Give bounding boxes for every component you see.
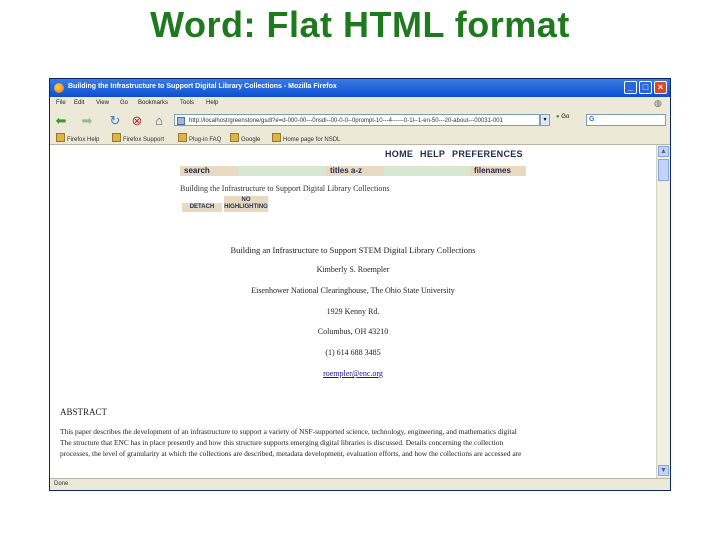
menu-bar: File Edit View Go Bookmarks Tools Help ◍ [50, 97, 670, 111]
abstract-heading: ABSTRACT [60, 407, 108, 417]
bookmark-icon [56, 133, 65, 142]
bookmark-icon [272, 133, 281, 142]
menu-tools[interactable]: Tools [180, 100, 194, 106]
paper-phone: (1) 614 688 3485 [325, 348, 381, 357]
paper-affiliation: Eisenhower National Clearinghouse, The O… [251, 286, 455, 295]
bookmark-item[interactable]: Home page for NSDL [272, 133, 340, 143]
paper-city: Columbus, OH 43210 [317, 327, 389, 336]
slide-title: Word: Flat HTML format [150, 4, 570, 45]
google-search-icon: G [589, 116, 595, 123]
page-icon [177, 117, 185, 125]
bookmark-label: Google [241, 137, 261, 143]
no-highlighting-button[interactable]: NO HIGHLIGHTING [224, 196, 268, 212]
bookmark-item[interactable]: Google [230, 133, 260, 143]
browser-window: Building the Infrastructure to Support D… [49, 78, 671, 491]
page-content: HOME HELP PREFERENCES search titles a-z … [50, 145, 656, 478]
reload-icon[interactable]: ↻ [108, 114, 122, 128]
bookmark-item[interactable]: Firefox Help [56, 133, 99, 143]
bookmark-label: Firefox Help [67, 137, 100, 143]
title-bar: Building the Infrastructure to Support D… [50, 79, 670, 97]
go-icon: ● [556, 114, 560, 120]
help-link[interactable]: HELP [420, 149, 445, 159]
menu-edit[interactable]: Edit [74, 100, 84, 106]
firefox-logo-icon [54, 83, 64, 93]
paper-title: Building an Infrastructure to Support ST… [230, 245, 476, 255]
vertical-scrollbar[interactable]: ▲ ▼ [656, 145, 670, 478]
email-link[interactable]: roempler@enc.org [323, 369, 383, 378]
minimize-button[interactable]: _ [624, 81, 637, 94]
address-dropdown-button[interactable]: ▾ [540, 114, 550, 126]
menu-go[interactable]: Go [120, 100, 128, 106]
preferences-link[interactable]: PREFERENCES [452, 149, 523, 159]
home-icon[interactable]: ⌂ [152, 114, 166, 128]
window-title: Building the Infrastructure to Support D… [68, 83, 337, 90]
scroll-up-icon[interactable]: ▲ [658, 146, 669, 157]
bookmark-icon [230, 133, 239, 142]
detach-button[interactable]: DETACH [182, 203, 222, 212]
address-text: http://localhost/greenstone/gsdl?e=d-000… [189, 118, 503, 124]
menu-file[interactable]: File [56, 100, 66, 106]
tab-filenames[interactable]: filenames [470, 166, 526, 176]
maximize-button[interactable]: □ [639, 81, 652, 94]
go-label: Go [561, 114, 570, 120]
paper-email-row: roempler@enc.org [50, 369, 656, 378]
menu-view[interactable]: View [96, 100, 109, 106]
menu-help[interactable]: Help [206, 100, 218, 106]
scroll-thumb[interactable] [658, 159, 669, 181]
document-heading: Building the Infrastructure to Support D… [180, 184, 390, 193]
home-link[interactable]: HOME [385, 149, 413, 159]
tab-search[interactable]: search [180, 166, 238, 176]
address-bar[interactable]: http://localhost/greenstone/gsdl?e=d-000… [174, 114, 540, 126]
navigation-toolbar: ⬅ ➡ ↻ ⊗ ⌂ http://localhost/greenstone/gs… [50, 111, 670, 131]
bookmark-icon [178, 133, 187, 142]
search-box[interactable]: G [586, 114, 666, 126]
bookmark-item[interactable]: Plug-in FAQ [178, 133, 221, 143]
bookmark-label: Plug-in FAQ [189, 137, 222, 143]
bookmark-label: Firefox Support [123, 137, 165, 143]
abstract-line: This paper describes the development of … [60, 427, 517, 436]
abstract-line: The structure that ENC has in place pres… [60, 438, 504, 447]
back-icon[interactable]: ⬅ [54, 114, 68, 128]
scroll-down-icon[interactable]: ▼ [658, 465, 669, 476]
bookmarks-toolbar: Firefox Help Firefox Support Plug-in FAQ… [50, 131, 670, 145]
go-button[interactable]: ● Go [556, 114, 569, 120]
abstract-line: processes, the level of granularity at w… [60, 449, 522, 458]
bookmark-item[interactable]: Firefox Support [112, 133, 164, 143]
close-button[interactable]: × [654, 81, 667, 94]
tab-titles-a-z[interactable]: titles a-z [326, 166, 384, 176]
paper-author: Kimberly S. Roempler [316, 265, 390, 274]
bookmark-icon [112, 133, 121, 142]
menu-bookmarks[interactable]: Bookmarks [138, 100, 168, 106]
top-links: HOME HELP PREFERENCES [385, 149, 527, 159]
paper-address: 1929 Kenny Rd. [326, 307, 380, 316]
bookmark-label: Home page for NSDL [283, 137, 341, 143]
stop-icon[interactable]: ⊗ [130, 114, 144, 128]
status-bar: Done [50, 478, 670, 490]
forward-icon[interactable]: ➡ [80, 114, 94, 128]
status-text: Done [54, 481, 69, 487]
throbber-icon: ◍ [654, 98, 662, 108]
